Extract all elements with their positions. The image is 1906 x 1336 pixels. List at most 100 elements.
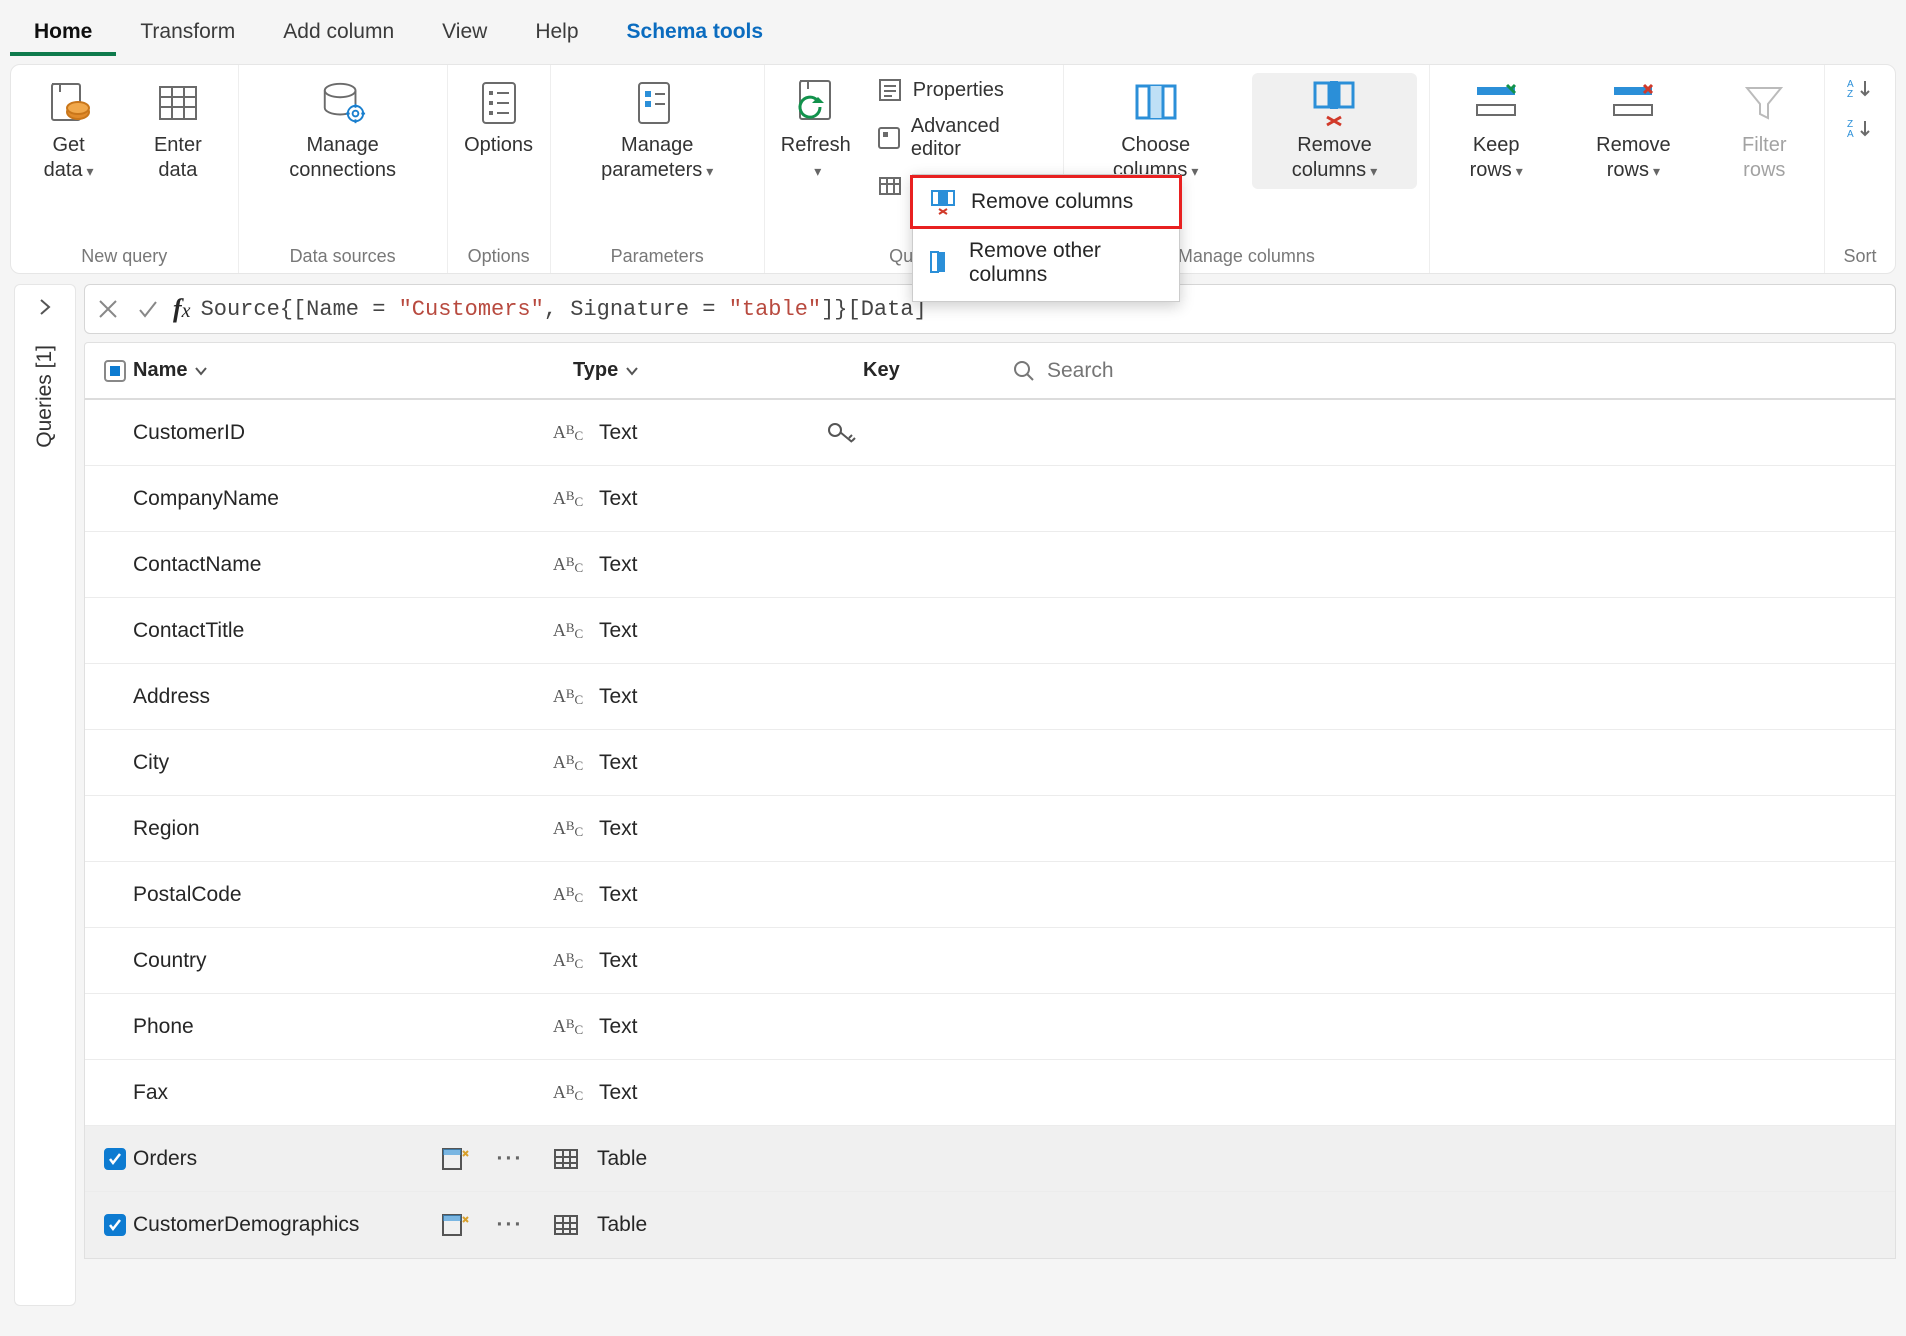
header-name-label: Name bbox=[133, 359, 187, 382]
get-data-button[interactable]: Get data▾ bbox=[23, 73, 114, 189]
row-type: Table bbox=[597, 1147, 825, 1171]
manage-parameters-button[interactable]: Manage parameters▾ bbox=[563, 73, 752, 189]
ribbon-group-options: Options Options bbox=[448, 65, 551, 273]
tab-addcolumn[interactable]: Add column bbox=[259, 8, 418, 56]
group-label-sort: Sort bbox=[1843, 242, 1876, 267]
row-name: CompanyName bbox=[133, 487, 537, 511]
row-type: Text bbox=[599, 685, 827, 709]
table-row[interactable]: CustomerDemographics···Table bbox=[85, 1192, 1895, 1258]
row-name: CustomerDemographics bbox=[133, 1213, 425, 1237]
cancel-formula-button[interactable] bbox=[93, 294, 123, 324]
remove-columns-label: Remove columns bbox=[1292, 134, 1372, 181]
filter-icon bbox=[1740, 79, 1788, 127]
options-button[interactable]: Options bbox=[460, 73, 538, 164]
more-options-button[interactable]: ··· bbox=[485, 1213, 535, 1237]
fx-icon: fx bbox=[173, 294, 191, 324]
row-type: Text bbox=[599, 553, 827, 577]
text-type-icon: ABC bbox=[537, 554, 599, 575]
table-row[interactable]: ContactTitleABCText bbox=[85, 598, 1895, 664]
apply-formula-button[interactable] bbox=[133, 294, 163, 324]
queries-sidebar: Queries [1] bbox=[14, 284, 76, 1306]
more-options-button[interactable]: ··· bbox=[485, 1147, 535, 1171]
remove-rows-button[interactable]: Remove rows▾ bbox=[1566, 73, 1700, 189]
table-row[interactable]: PhoneABCText bbox=[85, 994, 1895, 1060]
text-type-icon: ABC bbox=[537, 422, 599, 443]
table-row[interactable]: CountryABCText bbox=[85, 928, 1895, 994]
search-icon bbox=[1013, 360, 1035, 382]
chevron-down-icon: ▾ bbox=[814, 163, 821, 179]
header-type-label: Type bbox=[573, 359, 618, 382]
header-type[interactable]: Type bbox=[573, 359, 863, 382]
table-row[interactable]: Orders ··· Table bbox=[85, 1126, 1895, 1192]
table-row[interactable]: FaxABCText bbox=[85, 1060, 1895, 1126]
dropdown-remove-columns[interactable]: Remove columns bbox=[910, 175, 1182, 229]
expand-column-button[interactable] bbox=[425, 1213, 485, 1237]
row-name: Orders bbox=[133, 1147, 425, 1171]
tab-view[interactable]: View bbox=[418, 8, 511, 56]
formula-part: , Signature = bbox=[544, 297, 729, 322]
row-type: Text bbox=[599, 421, 827, 445]
row-name: Region bbox=[133, 817, 537, 841]
header-name[interactable]: Name bbox=[133, 359, 573, 382]
header-key[interactable]: Key bbox=[863, 359, 1013, 382]
sort-asc-button[interactable]: AZ bbox=[1845, 73, 1875, 103]
table-row[interactable]: CompanyNameABCText bbox=[85, 466, 1895, 532]
group-label-options: Options bbox=[468, 242, 530, 267]
properties-button[interactable]: Properties bbox=[871, 73, 1010, 107]
keep-rows-label: Keep rows bbox=[1470, 134, 1520, 181]
row-name: ContactName bbox=[133, 553, 537, 577]
tab-transform[interactable]: Transform bbox=[116, 8, 259, 56]
formula-string: "Customers" bbox=[399, 297, 544, 322]
svg-text:A: A bbox=[1847, 129, 1854, 139]
sort-desc-button[interactable]: ZA bbox=[1845, 113, 1875, 143]
get-data-label: Get data bbox=[44, 134, 85, 181]
choose-columns-icon bbox=[1132, 79, 1180, 127]
row-type: Text bbox=[599, 619, 827, 643]
row-checkbox[interactable] bbox=[97, 1214, 133, 1236]
row-type: Text bbox=[599, 817, 827, 841]
dropdown-remove-other-columns[interactable]: Remove other columns bbox=[913, 229, 1179, 297]
text-type-icon: ABC bbox=[537, 1016, 599, 1037]
tab-schema-tools[interactable]: Schema tools bbox=[603, 8, 788, 56]
check-icon bbox=[137, 298, 159, 320]
chevron-down-icon: ▾ bbox=[706, 163, 713, 179]
table-row[interactable]: ContactNameABCText bbox=[85, 532, 1895, 598]
queries-sidebar-label[interactable]: Queries [1] bbox=[33, 345, 57, 448]
tab-bar: Home Transform Add column View Help Sche… bbox=[0, 0, 1906, 56]
tab-help[interactable]: Help bbox=[511, 8, 602, 56]
table-row[interactable]: CityABCText bbox=[85, 730, 1895, 796]
table-row[interactable]: RegionABCText bbox=[85, 796, 1895, 862]
choose-columns-button[interactable]: Choose columns▾ bbox=[1076, 73, 1236, 189]
keep-rows-button[interactable]: Keep rows▾ bbox=[1442, 73, 1550, 189]
search-box[interactable] bbox=[1013, 358, 1895, 384]
options-list-icon bbox=[475, 79, 523, 127]
advanced-editor-label: Advanced editor bbox=[911, 115, 1045, 161]
keep-rows-icon bbox=[1472, 79, 1520, 127]
select-all-checkbox[interactable] bbox=[97, 360, 133, 382]
expand-column-button[interactable] bbox=[425, 1147, 485, 1171]
enter-data-button[interactable]: Enter data bbox=[130, 73, 225, 189]
table-row[interactable]: CustomerIDABCText bbox=[85, 400, 1895, 466]
sort-asc-icon: AZ bbox=[1847, 75, 1873, 101]
filter-rows-button: Filter rows bbox=[1717, 73, 1812, 189]
row-checkbox[interactable] bbox=[97, 1148, 133, 1170]
database-gear-icon bbox=[319, 79, 367, 127]
advanced-editor-button[interactable]: Advanced editor bbox=[871, 111, 1051, 165]
remove-columns-icon bbox=[1310, 79, 1358, 127]
manage-connections-button[interactable]: Manage connections bbox=[251, 73, 435, 189]
refresh-button[interactable]: Refresh▾ bbox=[777, 73, 855, 189]
search-input[interactable] bbox=[1045, 358, 1205, 384]
expand-queries-button[interactable] bbox=[27, 289, 63, 331]
row-name: ContactTitle bbox=[133, 619, 537, 643]
remove-other-columns-icon bbox=[929, 249, 955, 277]
get-data-icon bbox=[45, 79, 93, 127]
tab-home[interactable]: Home bbox=[10, 8, 116, 56]
group-label-datasources: Data sources bbox=[290, 242, 396, 267]
remove-columns-dropdown: Remove columns Remove other columns bbox=[912, 174, 1180, 302]
table-row[interactable]: AddressABCText bbox=[85, 664, 1895, 730]
group-label-parameters: Parameters bbox=[611, 242, 704, 267]
remove-columns-button[interactable]: Remove columns▾ bbox=[1252, 73, 1417, 189]
table-type-icon bbox=[535, 1148, 597, 1170]
sort-desc-icon: ZA bbox=[1847, 115, 1873, 141]
table-row[interactable]: PostalCodeABCText bbox=[85, 862, 1895, 928]
